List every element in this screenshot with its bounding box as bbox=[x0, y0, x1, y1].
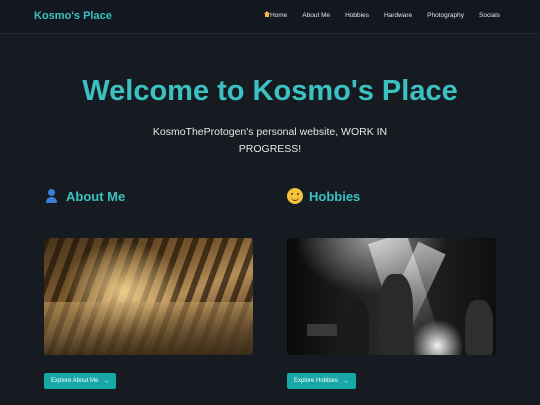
arrow-right-icon: → bbox=[102, 377, 110, 385]
drum-kit bbox=[465, 300, 493, 355]
about-image bbox=[44, 238, 253, 355]
nav-links: Home About Me Hobbies Hardware Photograp… bbox=[263, 11, 500, 19]
smile-icon bbox=[287, 188, 303, 204]
nav-link-socials[interactable]: Socials bbox=[479, 12, 500, 19]
nav-link-hobbies[interactable]: Hobbies bbox=[345, 12, 369, 19]
hero-title: Welcome to Kosmo's Place bbox=[82, 75, 458, 107]
explore-about-label: Explore About Me bbox=[51, 378, 99, 384]
nav-link-home[interactable]: Home bbox=[263, 11, 288, 19]
explore-about-button[interactable]: Explore About Me → bbox=[44, 373, 117, 389]
home-icon bbox=[263, 11, 270, 17]
nav-link-photography[interactable]: Photography bbox=[427, 12, 464, 19]
hero-subtitle: KosmoTheProtogen's personal website, WOR… bbox=[152, 126, 388, 155]
performer-figure bbox=[347, 300, 369, 355]
performer-figure bbox=[379, 274, 413, 355]
about-image-floor bbox=[44, 302, 253, 355]
site-brand[interactable]: Kosmo's Place bbox=[34, 10, 112, 22]
top-navbar: Kosmo's Place Home About Me Hobbies Hard… bbox=[0, 0, 540, 34]
hobbies-heading-text: Hobbies bbox=[309, 188, 361, 204]
hobbies-image bbox=[287, 238, 496, 355]
nav-link-home-label: Home bbox=[269, 12, 288, 19]
hobbies-heading: Hobbies bbox=[287, 188, 360, 204]
keyboard-instrument bbox=[307, 324, 337, 336]
explore-hobbies-label: Explore Hobbies bbox=[294, 378, 339, 384]
nav-link-about[interactable]: About Me bbox=[302, 12, 330, 19]
nav-link-hardware[interactable]: Hardware bbox=[384, 12, 412, 19]
about-heading-text: About Me bbox=[66, 188, 126, 204]
about-heading: About Me bbox=[44, 188, 125, 204]
person-icon bbox=[44, 188, 60, 204]
explore-hobbies-button[interactable]: Explore Hobbies → bbox=[287, 373, 357, 389]
arrow-right-icon: → bbox=[342, 377, 350, 385]
